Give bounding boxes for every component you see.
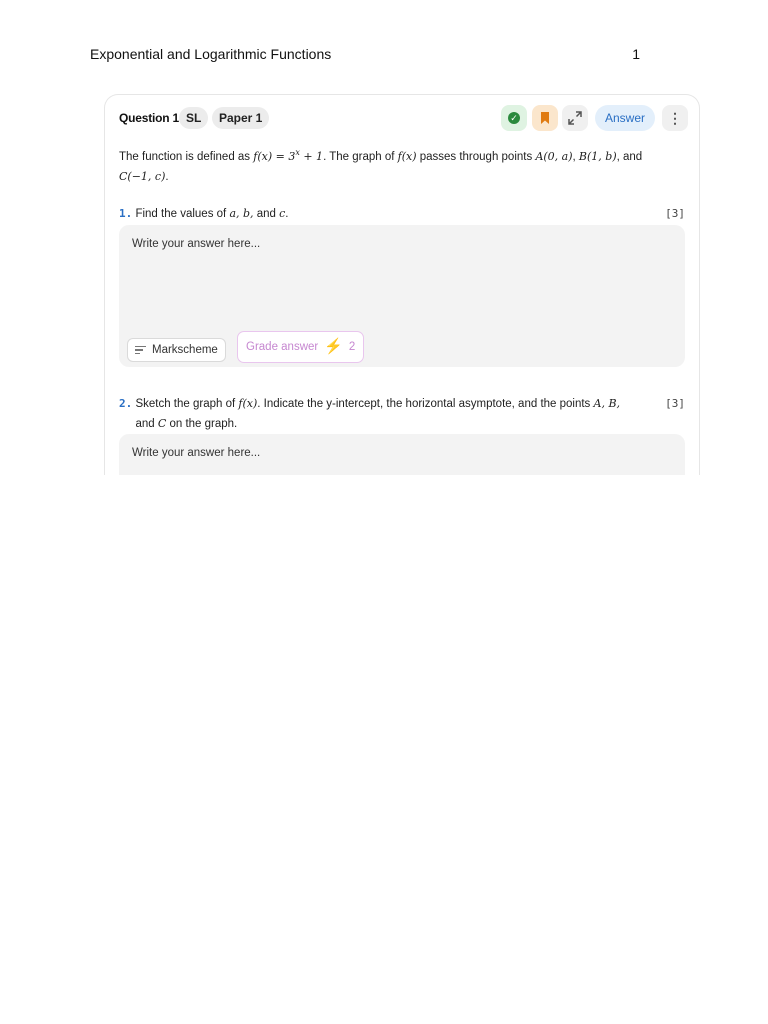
- expand-icon: [568, 111, 582, 125]
- level-badge: SL: [179, 107, 209, 129]
- answer-button[interactable]: Answer: [595, 105, 656, 131]
- page-number: 1: [632, 46, 640, 62]
- more-vertical-icon: ⋮: [668, 109, 682, 126]
- grade-answer-button[interactable]: Grade answer ⚡ 2: [237, 331, 365, 363]
- answer-placeholder: Write your answer here...: [132, 238, 261, 250]
- page-title: Exponential and Logarithmic Functions: [90, 46, 332, 62]
- bookmark-icon: [541, 112, 549, 124]
- bookmark-button[interactable]: [532, 105, 558, 131]
- question-part-1: 1. Find the values of a, b, and c. [3]: [119, 204, 685, 224]
- grade-label: Grade answer: [246, 341, 319, 353]
- part-index: 1.: [119, 207, 133, 220]
- completed-button[interactable]: ✓: [501, 105, 527, 131]
- question-title: Question 1: [119, 111, 180, 125]
- answer-input[interactable]: Write your answer here...: [119, 434, 685, 475]
- question-header: Question 1 SL Paper 1 ✓ Answer ⋮: [119, 105, 689, 133]
- part-text: Find the values of a, b, and c.: [135, 207, 289, 220]
- markscheme-label: Markscheme: [152, 344, 218, 356]
- part-text: Sketch the graph of f(x). Indicate the y…: [135, 397, 621, 430]
- lines-icon: [135, 344, 146, 357]
- markscheme-button[interactable]: Markscheme: [127, 338, 226, 362]
- lightning-icon: ⚡: [324, 338, 343, 355]
- marks-label: [3]: [665, 207, 685, 220]
- more-button[interactable]: ⋮: [662, 105, 688, 131]
- question-stem: The function is defined as f(x) = 3x + 1…: [119, 148, 643, 183]
- page-header: Exponential and Logarithmic Functions 1: [90, 46, 640, 62]
- answer-placeholder: Write your answer here...: [132, 447, 261, 459]
- check-circle-icon: ✓: [508, 112, 520, 124]
- part-index: 2.: [119, 397, 133, 410]
- marks-label: [3]: [665, 397, 685, 410]
- expand-button[interactable]: [562, 105, 588, 131]
- question-card: Question 1 SL Paper 1 ✓ Answer ⋮ The fun…: [104, 94, 700, 475]
- paper-badge: Paper 1: [212, 107, 270, 129]
- answer-input[interactable]: Write your answer here... Markscheme Gra…: [119, 225, 685, 367]
- grade-count: 2: [348, 341, 356, 353]
- question-part-2: 2. Sketch the graph of f(x). Indicate th…: [119, 394, 685, 434]
